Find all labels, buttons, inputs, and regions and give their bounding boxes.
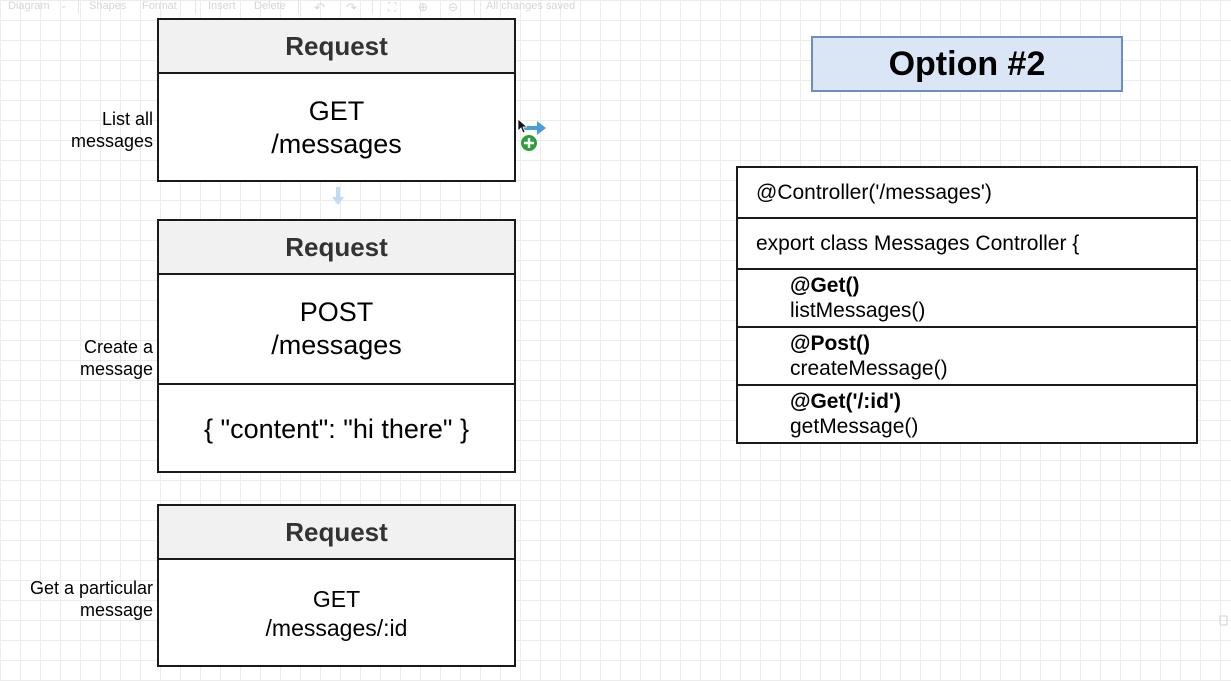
request-path: /messages — [271, 129, 402, 159]
menu-format[interactable]: Format — [142, 0, 177, 12]
menu-shapes[interactable]: Shapes — [89, 0, 126, 12]
toolbar-divider — [78, 0, 79, 14]
toolbar-divider — [298, 0, 299, 14]
editor-toolbar: Diagram ⌄ Shapes Format Insert Delete ↶ … — [0, 0, 1231, 16]
fullscreen-icon[interactable]: ⛶ — [388, 0, 396, 15]
zoom-in-icon[interactable]: ⊕ — [418, 0, 428, 14]
label-line: message — [79, 600, 153, 620]
request-method: POST — [299, 297, 374, 327]
request-endpoint: GET /messages/:id — [159, 560, 514, 667]
delete-button[interactable]: Delete — [254, 0, 286, 12]
method-row: @Get('/:id') getMessage() — [738, 386, 1196, 442]
method-row: @Get() listMessages() — [738, 270, 1196, 328]
request-3-label: Get a particular message — [3, 577, 153, 621]
request-path: /messages/:id — [265, 614, 408, 641]
label-line: messages — [70, 131, 153, 151]
connect-down-arrow-icon[interactable] — [330, 185, 346, 207]
zoom-out-icon[interactable]: ⊖ — [448, 0, 458, 14]
method-name: createMessage() — [790, 357, 948, 380]
label-line: Create a — [83, 337, 153, 357]
request-header: Request — [159, 221, 514, 275]
method-decorator: @Get('/:id') — [790, 390, 901, 413]
method-row: @Post() createMessage() — [738, 328, 1196, 386]
request-endpoint: GET /messages — [159, 74, 514, 182]
request-box-get-one[interactable]: Request GET /messages/:id — [157, 504, 516, 667]
page-handle-icon[interactable] — [1219, 615, 1229, 627]
request-box-create[interactable]: Request POST /messages { "content": "hi … — [157, 219, 516, 473]
toolbar-divider — [474, 0, 475, 14]
cursor-icon — [517, 118, 527, 134]
chevron-down-icon: ⌄ — [60, 0, 68, 10]
label-line: Get a particular — [29, 578, 153, 598]
menu-insert[interactable]: Insert — [208, 0, 236, 12]
redo-icon[interactable]: ↷ — [346, 0, 357, 16]
option-title[interactable]: Option #2 — [811, 36, 1123, 92]
request-body-text: { "content": "hi there" } — [203, 413, 469, 444]
undo-icon[interactable]: ↶ — [314, 0, 325, 16]
method-decorator: @Get() — [790, 274, 860, 297]
add-plus-icon[interactable] — [519, 133, 539, 153]
label-line: message — [79, 359, 153, 379]
request-box-list[interactable]: Request GET /messages — [157, 18, 516, 182]
request-path: /messages — [271, 330, 402, 360]
label-line: List all — [101, 109, 153, 129]
menu-diagram[interactable]: Diagram — [8, 0, 50, 12]
save-status: All changes saved — [486, 0, 576, 12]
method-name: getMessage() — [790, 415, 919, 438]
method-name: listMessages() — [790, 299, 926, 322]
toolbar-divider — [372, 0, 373, 14]
request-header: Request — [159, 20, 514, 74]
method-decorator: @Post() — [790, 332, 870, 355]
request-body: { "content": "hi there" } — [159, 385, 514, 473]
controller-decorator: @Controller('/messages') — [738, 168, 1196, 219]
controller-class-box[interactable]: @Controller('/messages') export class Me… — [736, 166, 1198, 444]
request-header: Request — [159, 506, 514, 560]
request-method: GET — [312, 585, 361, 612]
class-declaration: export class Messages Controller { — [738, 219, 1196, 270]
request-method: GET — [308, 96, 365, 126]
request-2-label: Create a message — [3, 336, 153, 380]
toolbar-divider — [195, 0, 196, 14]
request-endpoint: POST /messages — [159, 275, 514, 385]
request-1-label: List all messages — [3, 108, 153, 152]
